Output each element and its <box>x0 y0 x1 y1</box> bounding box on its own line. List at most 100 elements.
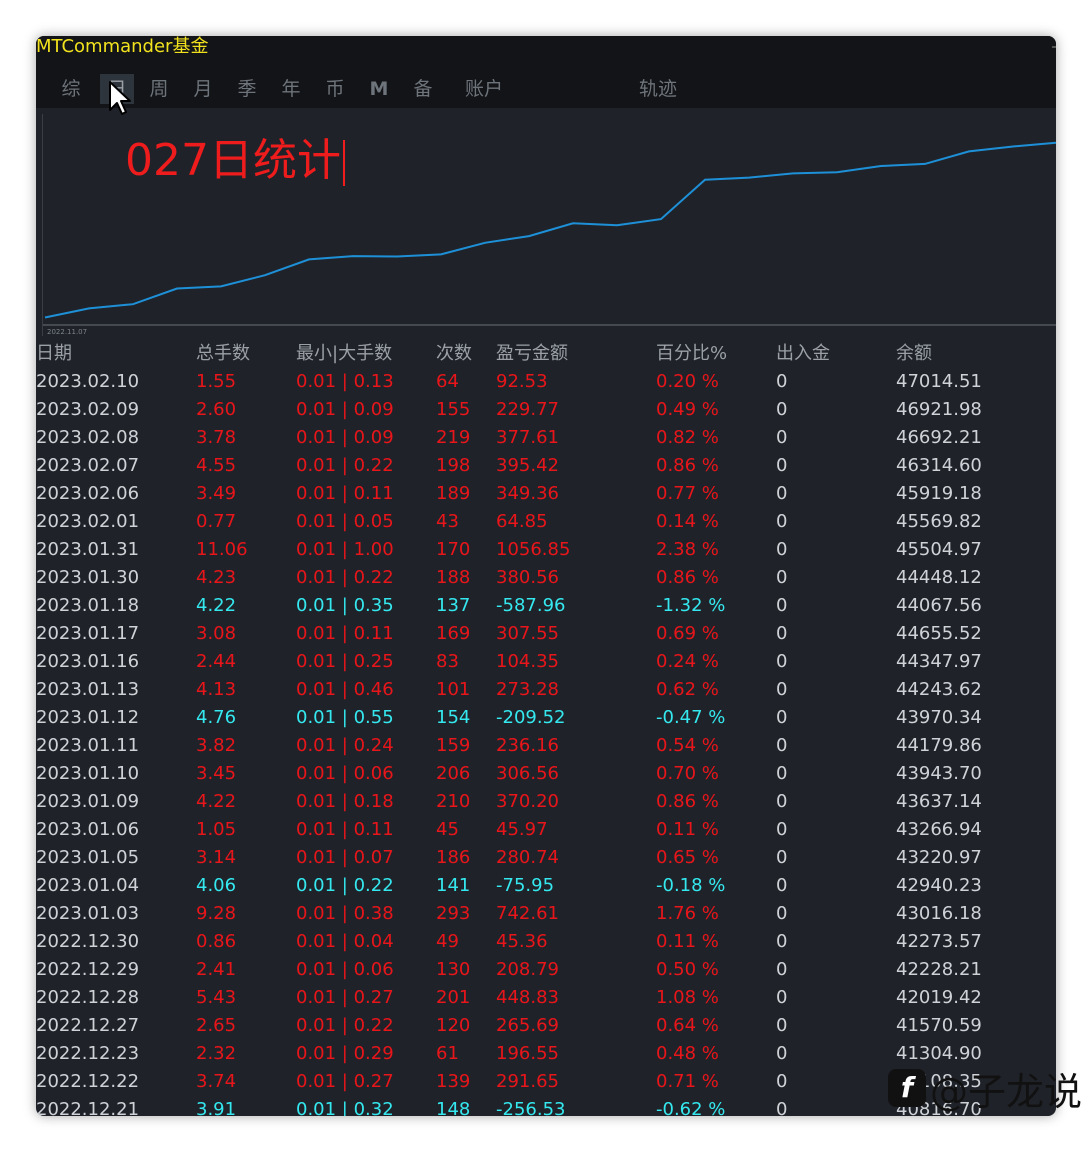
table-row[interactable]: 2023.02.08 3.78 0.01 | 0.09 219 377.61 0.82 %… <box>36 424 1056 452</box>
table-row[interactable]: 2023.01.05 3.14 0.01 | 0.07 186 280.74 0.65 %… <box>36 844 1056 872</box>
row-balance: 43266.94 <box>896 819 982 840</box>
row-pnl: -256.53 <box>496 1099 566 1116</box>
table-row[interactable]: 2023.01.17 3.08 0.01 | 0.11 169 307.55 0.69 %… <box>36 620 1056 648</box>
row-balance: 42228.21 <box>896 959 982 980</box>
row-total-lots: 4.22 <box>196 595 237 616</box>
table-row[interactable]: 2023.02.09 2.60 0.01 | 0.09 155 229.77 0.49 %… <box>36 396 1056 424</box>
table-row[interactable]: 2023.02.01 0.77 0.01 | 0.05 43 64.85 0.14 % 0 4… <box>36 508 1056 536</box>
row-min-max-lots: 0.01 | 0.22 <box>296 1015 394 1036</box>
row-min-max-lots: 0.01 | 0.29 <box>296 1043 394 1064</box>
row-pnl: 196.55 <box>496 1043 559 1064</box>
table-row[interactable]: 2022.12.27 2.65 0.01 | 0.22 120 265.69 0.64 %… <box>36 1012 1056 1040</box>
row-deposit-withdrawal: 0 <box>776 987 788 1008</box>
row-deposit-withdrawal: 0 <box>776 763 788 784</box>
row-count: 155 <box>436 399 471 420</box>
tab-weekly[interactable]: 周 <box>144 74 174 104</box>
row-deposit-withdrawal: 0 <box>776 623 788 644</box>
row-count: 43 <box>436 511 459 532</box>
row-total-lots: 9.28 <box>196 903 237 924</box>
row-deposit-withdrawal: 0 <box>776 791 788 812</box>
row-min-max-lots: 0.01 | 0.22 <box>296 455 394 476</box>
row-percent: -1.32 % <box>656 595 726 616</box>
tab-m[interactable]: M <box>364 74 394 104</box>
row-total-lots: 4.55 <box>196 455 237 476</box>
row-balance: 41570.59 <box>896 1015 982 1036</box>
table-row[interactable]: 2022.12.30 0.86 0.01 | 0.04 49 45.36 0.11 % 0 4… <box>36 928 1056 956</box>
tab-monthly[interactable]: 月 <box>188 74 218 104</box>
row-pnl: 395.42 <box>496 455 559 476</box>
row-count: 83 <box>436 651 459 672</box>
row-count: 201 <box>436 987 471 1008</box>
row-count: 148 <box>436 1099 471 1116</box>
table-row[interactable]: 2023.01.16 2.44 0.01 | 0.25 83 104.35 0.24 % 0… <box>36 648 1056 676</box>
header-count: 次数 <box>436 343 472 364</box>
tab-backup[interactable]: 备 <box>408 74 438 104</box>
row-min-max-lots: 0.01 | 0.07 <box>296 847 394 868</box>
table-row[interactable]: 2022.12.28 5.43 0.01 | 0.27 201 448.83 1.08 %… <box>36 984 1056 1012</box>
row-count: 154 <box>436 707 471 728</box>
row-min-max-lots: 0.01 | 0.11 <box>296 819 394 840</box>
row-count: 198 <box>436 455 471 476</box>
row-pnl: 1056.85 <box>496 539 571 560</box>
table-row[interactable]: 2023.02.06 3.49 0.01 | 0.11 189 349.36 0.77 %… <box>36 480 1056 508</box>
row-deposit-withdrawal: 0 <box>776 567 788 588</box>
row-balance: 43943.70 <box>896 763 982 784</box>
row-min-max-lots: 0.01 | 0.13 <box>296 371 394 392</box>
app-title: MTCommander基金 <box>36 36 209 57</box>
table-row[interactable]: 2022.12.29 2.41 0.01 | 0.06 130 208.79 0.50 %… <box>36 956 1056 984</box>
table-row[interactable]: 2023.01.13 4.13 0.01 | 0.46 101 273.28 0.62 %… <box>36 676 1056 704</box>
row-pnl: 104.35 <box>496 651 559 672</box>
app-window: MTCommander基金 综 日 周 月 季 年 币 M 备 账户 轨迹 20… <box>36 36 1056 1116</box>
tab-bar: 综 日 周 月 季 年 币 M 备 账户 轨迹 <box>36 74 1056 104</box>
row-total-lots: 3.14 <box>196 847 237 868</box>
row-percent: -0.18 % <box>656 875 726 896</box>
row-total-lots: 4.06 <box>196 875 237 896</box>
row-total-lots: 0.86 <box>196 931 237 952</box>
table-row[interactable]: 2023.01.10 3.45 0.01 | 0.06 206 306.56 0.70 %… <box>36 760 1056 788</box>
row-pnl: 208.79 <box>496 959 559 980</box>
row-percent: 0.24 % <box>656 651 719 672</box>
table-row[interactable]: 2023.01.12 4.76 0.01 | 0.55 154 -209.52 -0.47… <box>36 704 1056 732</box>
row-date: 2023.01.05 <box>36 847 140 868</box>
mouse-pointer-icon <box>109 81 131 115</box>
row-date: 2023.01.04 <box>36 875 140 896</box>
tab-currency[interactable]: 币 <box>320 74 350 104</box>
row-count: 61 <box>436 1043 459 1064</box>
table-row[interactable]: 2023.02.07 4.55 0.01 | 0.22 198 395.42 0.86 %… <box>36 452 1056 480</box>
row-count: 169 <box>436 623 471 644</box>
row-count: 210 <box>436 791 471 812</box>
table-row[interactable]: 2023.01.30 4.23 0.01 | 0.22 188 380.56 0.86 %… <box>36 564 1056 592</box>
table-row[interactable]: 2023.01.06 1.05 0.01 | 0.11 45 45.97 0.11 % 0 4… <box>36 816 1056 844</box>
row-pnl: 280.74 <box>496 847 559 868</box>
row-total-lots: 5.43 <box>196 987 237 1008</box>
table-row[interactable]: 2023.02.10 1.55 0.01 | 0.13 64 92.53 0.20 % 0 4… <box>36 368 1056 396</box>
row-pnl: 265.69 <box>496 1015 559 1036</box>
row-min-max-lots: 0.01 | 0.18 <box>296 791 394 812</box>
table-row[interactable]: 2023.01.03 9.28 0.01 | 0.38 293 742.61 1.76 %… <box>36 900 1056 928</box>
table-row[interactable]: 2023.01.09 4.22 0.01 | 0.18 210 370.20 0.86 %… <box>36 788 1056 816</box>
table-row[interactable]: 2023.01.18 4.22 0.01 | 0.35 137 -587.96 -1.32… <box>36 592 1056 620</box>
row-deposit-withdrawal: 0 <box>776 399 788 420</box>
row-min-max-lots: 0.01 | 0.25 <box>296 651 394 672</box>
row-pnl: 448.83 <box>496 987 559 1008</box>
row-balance: 43970.34 <box>896 707 982 728</box>
table-row[interactable]: 2023.01.04 4.06 0.01 | 0.22 141 -75.95 -0.18 … <box>36 872 1056 900</box>
watermark-logo-icon: f <box>888 1069 926 1107</box>
header-min-max-lots: 最小|大手数 <box>296 343 393 364</box>
table-row[interactable]: 2023.01.11 3.82 0.01 | 0.24 159 236.16 0.54 %… <box>36 732 1056 760</box>
row-total-lots: 2.32 <box>196 1043 237 1064</box>
row-pnl: -75.95 <box>496 875 555 896</box>
row-percent: 0.82 % <box>656 427 719 448</box>
row-balance: 44448.12 <box>896 567 982 588</box>
tab-account[interactable]: 账户 <box>460 74 508 104</box>
header-percent: 百分比% <box>656 343 728 364</box>
table-row[interactable]: 2023.01.31 11.06 0.01 | 1.00 170 1056.85 2.38… <box>36 536 1056 564</box>
tab-track[interactable]: 轨迹 <box>634 74 682 104</box>
tab-overview[interactable]: 综 <box>56 74 86 104</box>
row-pnl: 273.28 <box>496 679 559 700</box>
tab-yearly[interactable]: 年 <box>276 74 306 104</box>
tab-quarterly[interactable]: 季 <box>232 74 262 104</box>
watermark-text: @子龙说 <box>930 1069 1083 1114</box>
row-total-lots: 3.78 <box>196 427 237 448</box>
row-balance: 43220.97 <box>896 847 982 868</box>
